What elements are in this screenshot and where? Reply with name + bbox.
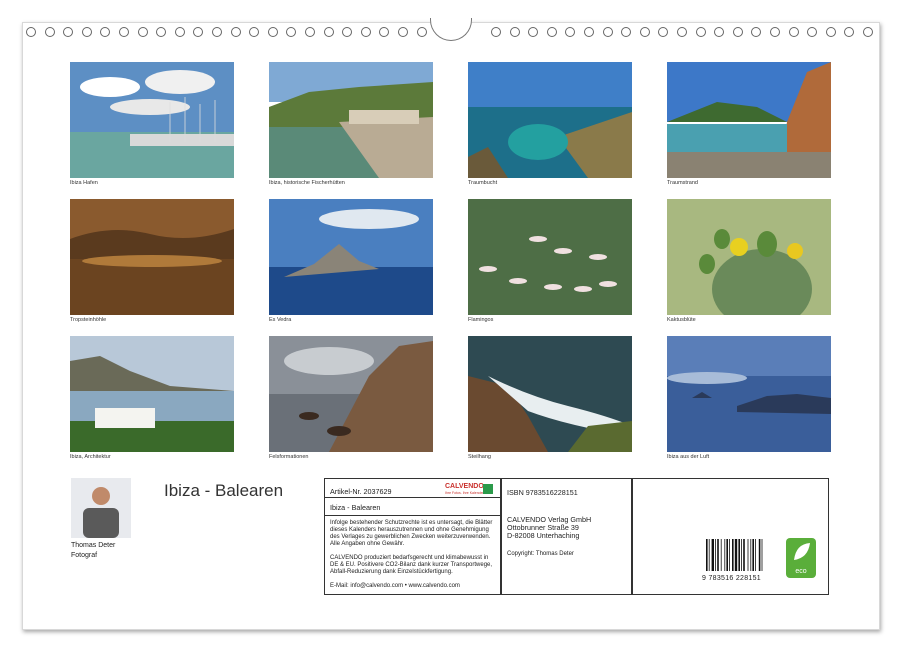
binding-ring	[45, 27, 55, 37]
photo-fischerhuetten	[269, 62, 433, 178]
photographer-name: Thomas Deter	[71, 542, 115, 549]
photo-ibiza-hafen	[70, 62, 234, 178]
caption: Es Vedra	[269, 317, 291, 323]
barcode: 9 783516 228151	[702, 539, 772, 579]
binding-ring	[640, 27, 650, 37]
photo-es-vedra	[269, 199, 433, 315]
article-number: Artikel-Nr. 2037629	[330, 487, 392, 496]
binding-ring	[268, 27, 278, 37]
binding-ring	[342, 27, 352, 37]
binding-ring	[677, 27, 687, 37]
photo-traumbucht	[468, 62, 632, 178]
caption: Traumbucht	[468, 180, 497, 186]
caption: Kaktusblüte	[667, 317, 696, 323]
binding-ring	[658, 27, 668, 37]
eco-label: eco	[786, 568, 816, 575]
publisher-city: D-82008 Unterhaching	[507, 531, 579, 540]
binding-ring	[510, 27, 520, 37]
calvendo-logo-tagline: Ihre Fotos. Ihre Kalender.	[445, 491, 485, 495]
eco-badge: eco	[786, 538, 816, 578]
binding-ring	[249, 27, 259, 37]
binding-ring	[398, 27, 408, 37]
contact-line: E-Mail: info@calvendo.com • www.calvendo…	[330, 583, 496, 590]
binding-ring	[156, 27, 166, 37]
binding-ring	[584, 27, 594, 37]
binding-ring	[714, 27, 724, 37]
photo-kaktusbluete	[667, 199, 831, 315]
photo-tropfsteinhoehle	[70, 199, 234, 315]
calendar-title: Ibiza - Balearen	[164, 481, 283, 501]
binding-ring	[565, 27, 575, 37]
binding-ring	[212, 27, 222, 37]
caption: Ibiza, Architektur	[70, 454, 111, 460]
divider	[325, 515, 500, 516]
binding-ring	[63, 27, 73, 37]
binding-ring	[361, 27, 371, 37]
caption: Flamingos	[468, 317, 493, 323]
binding-ring	[138, 27, 148, 37]
binding-ring	[863, 27, 873, 37]
copyright: Copyright: Thomas Deter	[507, 551, 574, 558]
caption: Traumstrand	[667, 180, 698, 186]
binding-ring	[621, 27, 631, 37]
photo-flamingos	[468, 199, 632, 315]
binding-ring	[491, 27, 501, 37]
photo-ibiza-aus-der-luft	[667, 336, 831, 452]
binding-ring	[844, 27, 854, 37]
divider	[631, 479, 633, 594]
photo-traumstrand	[667, 62, 831, 178]
binding-ring	[82, 27, 92, 37]
eco-notice: CALVENDO produziert bedarfsgerecht und k…	[330, 555, 496, 576]
caption: Ibiza, historische Fischerhütten	[269, 180, 345, 186]
binding-ring	[119, 27, 129, 37]
binding-ring	[379, 27, 389, 37]
binding-ring	[193, 27, 203, 37]
isbn: ISBN 9783516228151	[507, 488, 578, 497]
binding-ring	[696, 27, 706, 37]
caption: Ibiza aus der Luft	[667, 454, 709, 460]
divider	[325, 497, 500, 498]
binding-ring	[305, 27, 315, 37]
binding-ring	[789, 27, 799, 37]
photo-architektur	[70, 336, 234, 452]
binding-ring	[324, 27, 334, 37]
photo-felsformationen	[269, 336, 433, 452]
binding-ring	[26, 27, 36, 37]
info-title: Ibiza - Balearen	[330, 503, 380, 512]
photographer-portrait	[71, 478, 131, 538]
binding-ring	[547, 27, 557, 37]
barcode-digits: 9 783516 228151	[702, 575, 772, 582]
binding-ring	[528, 27, 538, 37]
caption: Steilhang	[468, 454, 491, 460]
binding-ring	[770, 27, 780, 37]
photo-steilhang	[468, 336, 632, 452]
calvendo-logo-icon	[483, 484, 493, 494]
caption: Ibiza Hafen	[70, 180, 98, 186]
binding-ring	[603, 27, 613, 37]
binding-ring	[100, 27, 110, 37]
binding-ring	[751, 27, 761, 37]
binding-ring	[733, 27, 743, 37]
divider	[500, 479, 502, 594]
binding-ring	[417, 27, 427, 37]
photographer-role: Fotograf	[71, 552, 97, 559]
rights-notice: Infolge bestehender Schutzrechte ist es …	[330, 520, 496, 548]
binding-ring	[175, 27, 185, 37]
binding-ring	[231, 27, 241, 37]
binding-ring	[826, 27, 836, 37]
caption: Felsformationen	[269, 454, 308, 460]
caption: Tropsteinhöhle	[70, 317, 106, 323]
calvendo-logo: CALVENDO	[445, 483, 484, 490]
binding-ring	[807, 27, 817, 37]
binding-ring	[286, 27, 296, 37]
